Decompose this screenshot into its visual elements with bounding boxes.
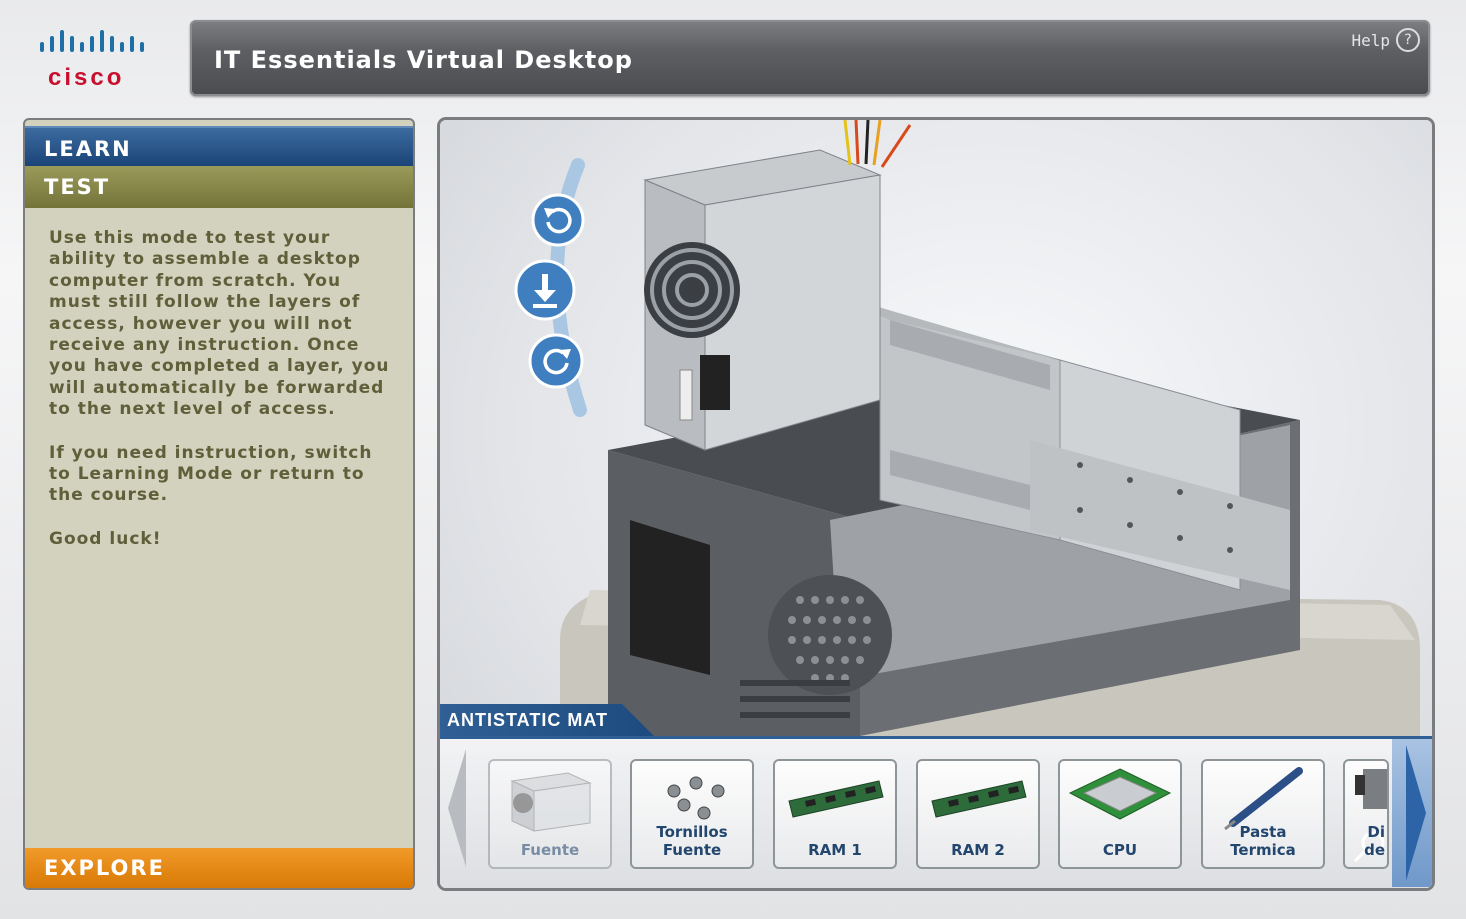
tray-item-label: Di de xyxy=(1364,823,1385,859)
power-supply-icon xyxy=(510,772,592,832)
tray-item-label: Fuente xyxy=(520,841,580,859)
rotate-right-button[interactable] xyxy=(527,332,585,395)
tray-item-label: RAM 2 xyxy=(951,841,1005,859)
cisco-wordmark: cisco xyxy=(48,64,125,91)
chevron-right-icon xyxy=(1406,745,1426,881)
tray-item-heatsink-partial[interactable]: Di de xyxy=(1343,759,1389,869)
tray-item-ram-1[interactable]: RAM 1 xyxy=(773,759,897,869)
rotate-right-icon xyxy=(528,333,584,389)
tray-item-label: RAM 1 xyxy=(808,841,862,859)
tray-scroll-left[interactable] xyxy=(446,749,468,867)
rotate-left-button[interactable] xyxy=(530,192,586,253)
ram-icon xyxy=(788,780,884,818)
tab-test[interactable]: TEST xyxy=(25,166,413,208)
tray-item-label: CPU xyxy=(1102,841,1138,859)
cisco-logo: cisco xyxy=(36,28,156,91)
header-bar: IT Essentials Virtual Desktop Help ? xyxy=(190,20,1430,96)
cpu-icon xyxy=(1068,768,1172,820)
tab-learn[interactable]: LEARN xyxy=(25,126,413,166)
cisco-bars-icon xyxy=(40,30,144,52)
antistatic-mat-label: ANTISTATIC MAT xyxy=(440,704,654,736)
tray-item-pasta-termica[interactable]: Pasta Termica xyxy=(1201,759,1325,869)
tray-item-fuente[interactable]: Fuente xyxy=(488,759,612,869)
tray-scroll-right[interactable] xyxy=(1392,739,1432,887)
mode-panel: LEARN TEST Use this mode to test your ab… xyxy=(25,120,413,888)
assembly-workspace: ANTISTATIC MAT Fuente Tornillos Fuente R… xyxy=(440,120,1432,888)
tray-item-label: Tornillos Fuente xyxy=(656,823,728,859)
place-down-button[interactable] xyxy=(513,258,577,327)
description-paragraph: Use this mode to test your ability to as… xyxy=(49,228,390,420)
computer-case-scene xyxy=(550,120,1420,736)
page-title: IT Essentials Virtual Desktop xyxy=(214,46,633,74)
description-paragraph: Good luck! xyxy=(49,528,162,549)
chevron-left-icon xyxy=(448,749,466,867)
tray-item-cpu[interactable]: CPU xyxy=(1058,759,1182,869)
tray-item-label: Pasta Termica xyxy=(1230,823,1296,859)
mode-description: Use this mode to test your ability to as… xyxy=(49,228,394,572)
tray-item-ram-2[interactable]: RAM 2 xyxy=(916,759,1040,869)
help-label: Help xyxy=(1351,30,1390,50)
tray-item-tornillos-fuente[interactable]: Tornillos Fuente xyxy=(630,759,754,869)
description-paragraph: If you need instruction, switch to Learn… xyxy=(49,442,373,506)
place-down-icon xyxy=(514,259,576,321)
parts-tray: Fuente Tornillos Fuente RAM 1 RAM 2 CPU … xyxy=(440,736,1432,888)
ram-icon xyxy=(931,780,1027,818)
help-question-icon: ? xyxy=(1396,28,1420,52)
tab-explore[interactable]: EXPLORE xyxy=(25,848,413,888)
rotate-left-icon xyxy=(531,193,585,247)
help-button[interactable]: Help ? xyxy=(1351,28,1420,52)
